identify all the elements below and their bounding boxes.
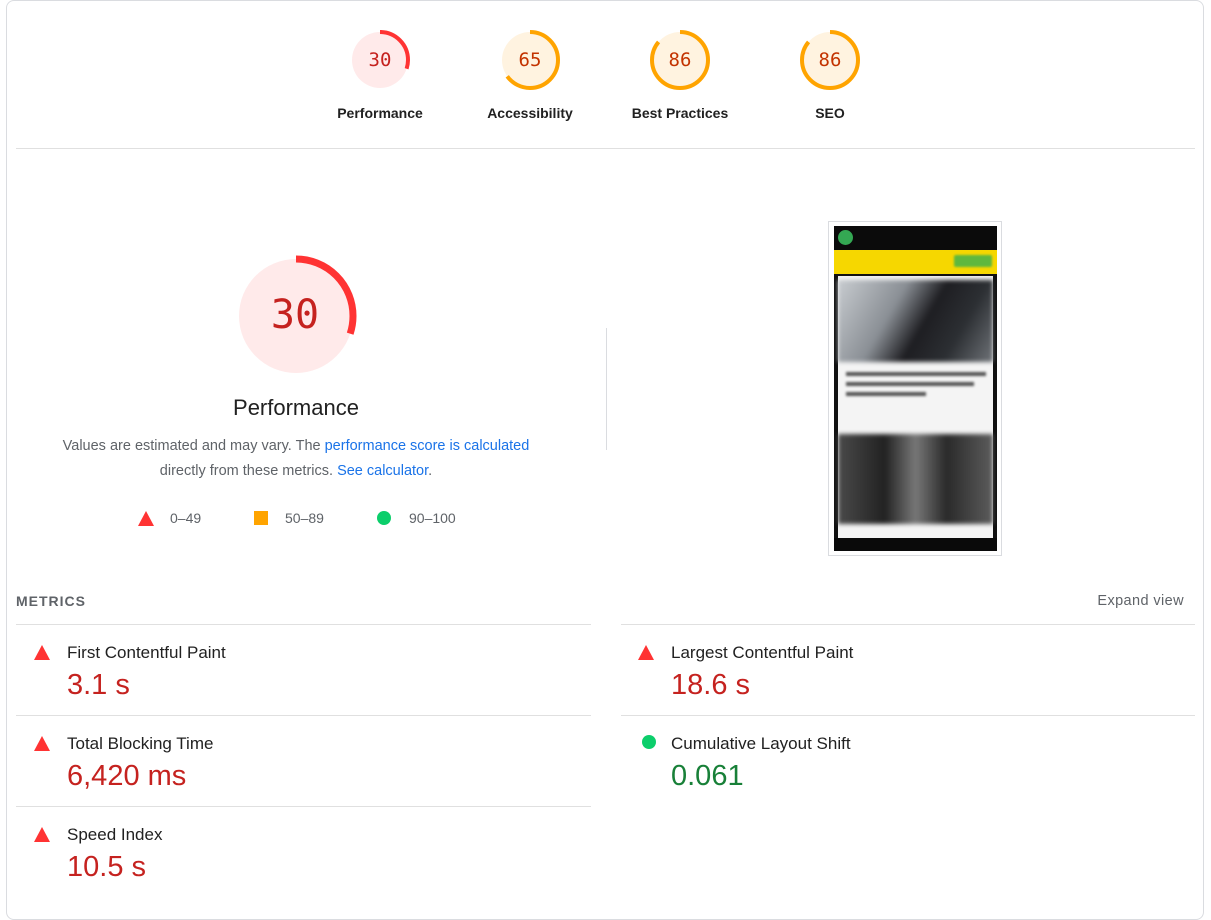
- description-text: Values are estimated and may vary. The: [62, 438, 325, 454]
- metric-largest-contentful-paint: Largest Contentful Paint 18.6 s: [620, 625, 1195, 715]
- gauge-performance[interactable]: 30 Performance: [310, 29, 450, 121]
- gauge-ring: 86: [799, 29, 861, 91]
- fail-triangle-icon: [34, 827, 50, 842]
- gauge-label: Best Practices: [631, 105, 729, 121]
- metric-value: 0.061: [671, 760, 744, 792]
- metric-speed-index: Speed Index 10.5 s: [16, 807, 591, 897]
- gauge-score: 65: [518, 49, 542, 71]
- gauge-accessibility[interactable]: 65 Accessibility: [460, 29, 600, 121]
- score-legend: 0–49 50–89 90–100: [0, 508, 1211, 528]
- gauge-best-practices[interactable]: 86 Best Practices: [610, 29, 750, 121]
- site-logo: [838, 230, 853, 245]
- metric-value: 18.6 s: [671, 669, 750, 701]
- article-text: [846, 392, 926, 396]
- metric-name: Speed Index: [67, 825, 163, 844]
- gauge-ring: 30: [349, 29, 411, 91]
- vertical-divider: [606, 328, 607, 450]
- legend-range: 50–89: [285, 510, 324, 526]
- pass-circle-icon: [642, 735, 656, 749]
- metric-cumulative-layout-shift: Cumulative Layout Shift 0.061: [620, 716, 1195, 806]
- gauge-score: 86: [668, 49, 692, 71]
- article-text: [846, 382, 974, 386]
- fail-triangle-icon: [34, 645, 50, 660]
- gauge-score: 30: [368, 49, 392, 71]
- metric-name: Largest Contentful Paint: [671, 643, 854, 662]
- metric-name: First Contentful Paint: [67, 643, 226, 662]
- gauge-score: 86: [818, 49, 842, 71]
- screenshot-banner: [834, 250, 997, 274]
- performance-title: Performance: [233, 395, 359, 420]
- metric-value: 6,420 ms: [67, 760, 187, 792]
- gauge-label: SEO: [815, 105, 845, 121]
- legend-range: 0–49: [170, 510, 202, 526]
- metric-value: 3.1 s: [67, 669, 130, 701]
- gauge-ring: 65: [499, 29, 561, 91]
- score-calculated-link[interactable]: performance score is calculated: [325, 438, 530, 454]
- description-text: directly from these metrics.: [159, 463, 338, 479]
- metric-name: Total Blocking Time: [67, 734, 214, 753]
- banner-button: [954, 255, 992, 267]
- category-gauges: 30 Performance 65 Accessibility 86 Best …: [0, 0, 1211, 148]
- article-text: [846, 372, 986, 376]
- gauge-ring: 86: [649, 29, 711, 91]
- see-calculator-link[interactable]: See calculator: [337, 463, 428, 479]
- screenshot-image: [834, 226, 997, 551]
- metrics-header: METRICS: [16, 593, 86, 609]
- performance-gauge: 30: [235, 255, 357, 377]
- metric-total-blocking-time: Total Blocking Time 6,420 ms: [16, 716, 591, 806]
- gauge-seo[interactable]: 86 SEO: [760, 29, 900, 121]
- legend-range: 90–100: [409, 510, 456, 526]
- pass-circle-icon: [377, 511, 391, 525]
- performance-score: 30: [270, 292, 320, 338]
- article-image: [838, 280, 993, 362]
- metric-first-contentful-paint: First Contentful Paint 3.1 s: [16, 625, 591, 715]
- fail-triangle-icon: [138, 511, 154, 526]
- gauge-label: Accessibility: [487, 105, 573, 121]
- final-screenshot[interactable]: [828, 221, 1002, 556]
- fail-triangle-icon: [34, 736, 50, 751]
- expand-view-button[interactable]: Expand view: [1097, 593, 1184, 609]
- description-text: .: [428, 463, 433, 479]
- metric-value: 10.5 s: [67, 851, 146, 883]
- metric-name: Cumulative Layout Shift: [671, 734, 851, 753]
- performance-description: Values are estimated and may vary. The p…: [46, 434, 546, 484]
- screenshot-footer: [834, 538, 997, 551]
- section-divider: [16, 148, 1195, 149]
- average-square-icon: [254, 511, 268, 525]
- article-image: [838, 434, 993, 524]
- screenshot-header: [834, 226, 997, 250]
- gauge-label: Performance: [337, 105, 423, 121]
- fail-triangle-icon: [638, 645, 654, 660]
- screenshot-content: [838, 276, 993, 538]
